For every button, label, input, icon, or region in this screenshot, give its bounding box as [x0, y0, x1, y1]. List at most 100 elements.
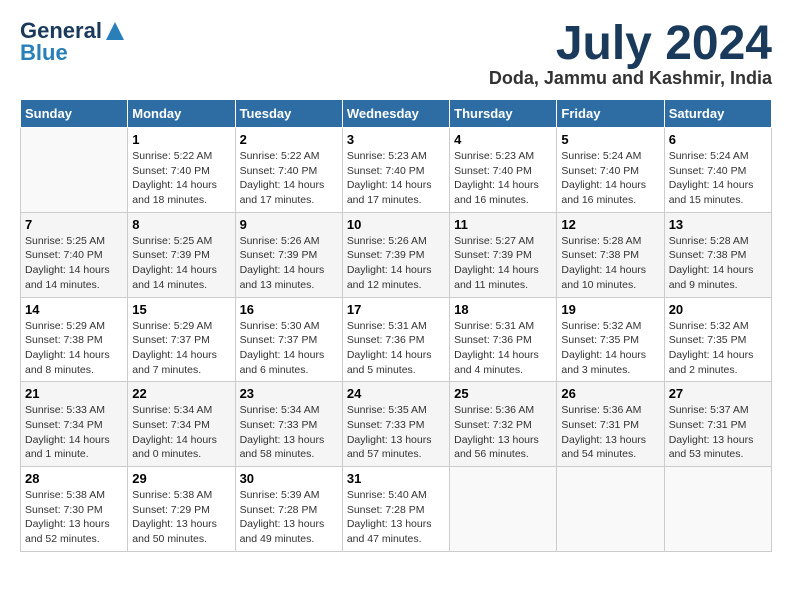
day-info: Sunrise: 5:32 AMSunset: 7:35 PMDaylight:… — [669, 319, 767, 378]
day-number: 29 — [132, 471, 230, 486]
day-cell: 11 Sunrise: 5:27 AMSunset: 7:39 PMDaylig… — [450, 212, 557, 297]
day-cell: 26 Sunrise: 5:36 AMSunset: 7:31 PMDaylig… — [557, 382, 664, 467]
week-row-1: 7 Sunrise: 5:25 AMSunset: 7:40 PMDayligh… — [21, 212, 772, 297]
calendar-table: Sunday Monday Tuesday Wednesday Thursday… — [20, 99, 772, 552]
day-number: 25 — [454, 386, 552, 401]
day-info: Sunrise: 5:36 AMSunset: 7:32 PMDaylight:… — [454, 403, 552, 462]
day-number: 18 — [454, 302, 552, 317]
day-number: 19 — [561, 302, 659, 317]
day-number: 7 — [25, 217, 123, 232]
week-row-4: 28 Sunrise: 5:38 AMSunset: 7:30 PMDaylig… — [21, 467, 772, 552]
day-info: Sunrise: 5:22 AMSunset: 7:40 PMDaylight:… — [240, 149, 338, 208]
day-number: 30 — [240, 471, 338, 486]
day-cell: 19 Sunrise: 5:32 AMSunset: 7:35 PMDaylig… — [557, 297, 664, 382]
day-number: 5 — [561, 132, 659, 147]
week-row-3: 21 Sunrise: 5:33 AMSunset: 7:34 PMDaylig… — [21, 382, 772, 467]
day-info: Sunrise: 5:36 AMSunset: 7:31 PMDaylight:… — [561, 403, 659, 462]
logo: General Blue — [20, 20, 126, 64]
day-cell: 10 Sunrise: 5:26 AMSunset: 7:39 PMDaylig… — [342, 212, 449, 297]
day-number: 27 — [669, 386, 767, 401]
day-cell: 22 Sunrise: 5:34 AMSunset: 7:34 PMDaylig… — [128, 382, 235, 467]
day-cell: 17 Sunrise: 5:31 AMSunset: 7:36 PMDaylig… — [342, 297, 449, 382]
day-info: Sunrise: 5:22 AMSunset: 7:40 PMDaylight:… — [132, 149, 230, 208]
day-cell: 31 Sunrise: 5:40 AMSunset: 7:28 PMDaylig… — [342, 467, 449, 552]
day-number: 10 — [347, 217, 445, 232]
day-cell: 7 Sunrise: 5:25 AMSunset: 7:40 PMDayligh… — [21, 212, 128, 297]
day-cell: 8 Sunrise: 5:25 AMSunset: 7:39 PMDayligh… — [128, 212, 235, 297]
day-cell: 30 Sunrise: 5:39 AMSunset: 7:28 PMDaylig… — [235, 467, 342, 552]
week-row-2: 14 Sunrise: 5:29 AMSunset: 7:38 PMDaylig… — [21, 297, 772, 382]
day-number: 15 — [132, 302, 230, 317]
col-monday: Monday — [128, 100, 235, 128]
day-cell: 4 Sunrise: 5:23 AMSunset: 7:40 PMDayligh… — [450, 128, 557, 213]
col-wednesday: Wednesday — [342, 100, 449, 128]
day-number: 3 — [347, 132, 445, 147]
day-info: Sunrise: 5:38 AMSunset: 7:30 PMDaylight:… — [25, 488, 123, 547]
day-info: Sunrise: 5:37 AMSunset: 7:31 PMDaylight:… — [669, 403, 767, 462]
day-cell: 29 Sunrise: 5:38 AMSunset: 7:29 PMDaylig… — [128, 467, 235, 552]
day-number: 4 — [454, 132, 552, 147]
day-info: Sunrise: 5:34 AMSunset: 7:33 PMDaylight:… — [240, 403, 338, 462]
week-row-0: 1 Sunrise: 5:22 AMSunset: 7:40 PMDayligh… — [21, 128, 772, 213]
day-info: Sunrise: 5:24 AMSunset: 7:40 PMDaylight:… — [561, 149, 659, 208]
day-info: Sunrise: 5:25 AMSunset: 7:39 PMDaylight:… — [132, 234, 230, 293]
day-info: Sunrise: 5:23 AMSunset: 7:40 PMDaylight:… — [347, 149, 445, 208]
day-cell: 21 Sunrise: 5:33 AMSunset: 7:34 PMDaylig… — [21, 382, 128, 467]
day-cell: 27 Sunrise: 5:37 AMSunset: 7:31 PMDaylig… — [664, 382, 771, 467]
col-sunday: Sunday — [21, 100, 128, 128]
day-info: Sunrise: 5:40 AMSunset: 7:28 PMDaylight:… — [347, 488, 445, 547]
day-cell: 1 Sunrise: 5:22 AMSunset: 7:40 PMDayligh… — [128, 128, 235, 213]
day-number: 20 — [669, 302, 767, 317]
day-info: Sunrise: 5:24 AMSunset: 7:40 PMDaylight:… — [669, 149, 767, 208]
title-section: July 2024 Doda, Jammu and Kashmir, India — [489, 20, 772, 89]
day-cell: 12 Sunrise: 5:28 AMSunset: 7:38 PMDaylig… — [557, 212, 664, 297]
day-cell — [21, 128, 128, 213]
day-cell — [664, 467, 771, 552]
day-info: Sunrise: 5:23 AMSunset: 7:40 PMDaylight:… — [454, 149, 552, 208]
col-tuesday: Tuesday — [235, 100, 342, 128]
day-info: Sunrise: 5:25 AMSunset: 7:40 PMDaylight:… — [25, 234, 123, 293]
logo-text: General — [20, 20, 102, 42]
logo-icon — [104, 20, 126, 42]
day-info: Sunrise: 5:29 AMSunset: 7:38 PMDaylight:… — [25, 319, 123, 378]
day-cell: 24 Sunrise: 5:35 AMSunset: 7:33 PMDaylig… — [342, 382, 449, 467]
day-cell: 23 Sunrise: 5:34 AMSunset: 7:33 PMDaylig… — [235, 382, 342, 467]
day-info: Sunrise: 5:26 AMSunset: 7:39 PMDaylight:… — [240, 234, 338, 293]
day-info: Sunrise: 5:30 AMSunset: 7:37 PMDaylight:… — [240, 319, 338, 378]
day-number: 1 — [132, 132, 230, 147]
day-number: 26 — [561, 386, 659, 401]
day-number: 28 — [25, 471, 123, 486]
day-cell: 15 Sunrise: 5:29 AMSunset: 7:37 PMDaylig… — [128, 297, 235, 382]
day-cell: 25 Sunrise: 5:36 AMSunset: 7:32 PMDaylig… — [450, 382, 557, 467]
day-number: 23 — [240, 386, 338, 401]
day-cell: 13 Sunrise: 5:28 AMSunset: 7:38 PMDaylig… — [664, 212, 771, 297]
month-title: July 2024 — [489, 20, 772, 68]
day-cell: 28 Sunrise: 5:38 AMSunset: 7:30 PMDaylig… — [21, 467, 128, 552]
day-info: Sunrise: 5:29 AMSunset: 7:37 PMDaylight:… — [132, 319, 230, 378]
day-cell: 16 Sunrise: 5:30 AMSunset: 7:37 PMDaylig… — [235, 297, 342, 382]
day-info: Sunrise: 5:31 AMSunset: 7:36 PMDaylight:… — [347, 319, 445, 378]
day-info: Sunrise: 5:34 AMSunset: 7:34 PMDaylight:… — [132, 403, 230, 462]
day-number: 2 — [240, 132, 338, 147]
day-info: Sunrise: 5:39 AMSunset: 7:28 PMDaylight:… — [240, 488, 338, 547]
day-cell: 2 Sunrise: 5:22 AMSunset: 7:40 PMDayligh… — [235, 128, 342, 213]
day-number: 8 — [132, 217, 230, 232]
day-info: Sunrise: 5:28 AMSunset: 7:38 PMDaylight:… — [669, 234, 767, 293]
day-cell: 14 Sunrise: 5:29 AMSunset: 7:38 PMDaylig… — [21, 297, 128, 382]
day-number: 14 — [25, 302, 123, 317]
day-cell — [450, 467, 557, 552]
day-info: Sunrise: 5:38 AMSunset: 7:29 PMDaylight:… — [132, 488, 230, 547]
col-saturday: Saturday — [664, 100, 771, 128]
day-number: 11 — [454, 217, 552, 232]
day-info: Sunrise: 5:28 AMSunset: 7:38 PMDaylight:… — [561, 234, 659, 293]
day-cell — [557, 467, 664, 552]
day-number: 9 — [240, 217, 338, 232]
day-info: Sunrise: 5:26 AMSunset: 7:39 PMDaylight:… — [347, 234, 445, 293]
day-info: Sunrise: 5:35 AMSunset: 7:33 PMDaylight:… — [347, 403, 445, 462]
day-number: 13 — [669, 217, 767, 232]
day-number: 22 — [132, 386, 230, 401]
day-number: 16 — [240, 302, 338, 317]
day-info: Sunrise: 5:33 AMSunset: 7:34 PMDaylight:… — [25, 403, 123, 462]
day-number: 12 — [561, 217, 659, 232]
day-info: Sunrise: 5:27 AMSunset: 7:39 PMDaylight:… — [454, 234, 552, 293]
